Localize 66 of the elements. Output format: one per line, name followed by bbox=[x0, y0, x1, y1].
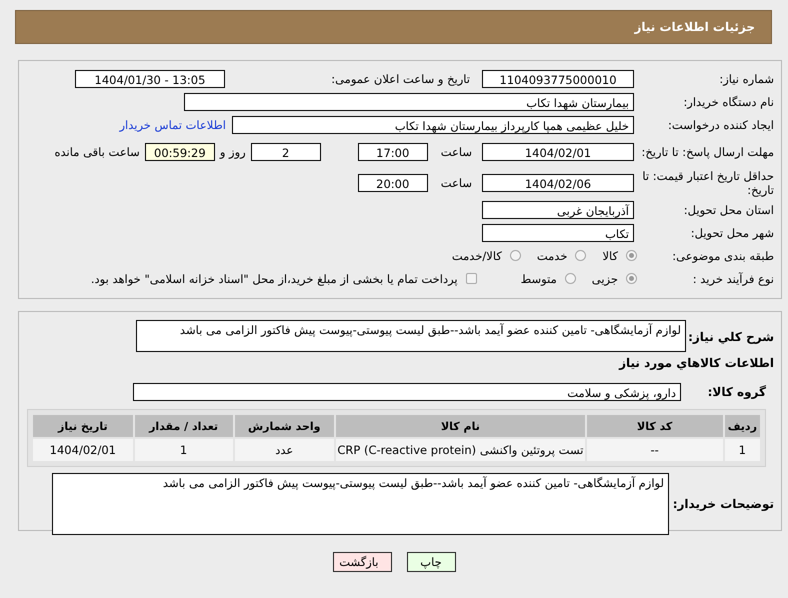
checkbox-label: پرداخت تمام یا بخشی از مبلغ خرید،از محل "اسناد خزانه اسلامی" خواهد بود. bbox=[90, 272, 458, 286]
buyer-field: بیمارستان شهدا تکاب bbox=[184, 92, 634, 110]
radio-label: خدمت bbox=[536, 248, 568, 262]
field-label: نوع فرآیند خرید : bbox=[692, 272, 774, 286]
need-number-field: 1104093775000010 bbox=[482, 70, 634, 88]
field-label: شماره نیاز: bbox=[718, 72, 774, 86]
radio-option[interactable]: کالا bbox=[602, 248, 637, 262]
table-cell: 1 bbox=[724, 439, 760, 461]
radio-button[interactable] bbox=[510, 250, 521, 261]
field-label: تاریخ و ساعت اعلان عمومی: bbox=[330, 72, 470, 86]
table-cell: -- bbox=[586, 439, 723, 461]
table-cell: تست پروتئین واکنشی (CRP (C-reactive protein bbox=[336, 439, 585, 461]
field-label: گروه کالا: bbox=[706, 384, 767, 398]
radio-option[interactable]: جزیی bbox=[592, 272, 637, 286]
validity-date-field: 1404/02/06 bbox=[482, 174, 634, 192]
days-field: 2 bbox=[250, 142, 321, 160]
goods-group-field: دارو، پزشکی و سلامت bbox=[133, 382, 681, 400]
radio-button[interactable] bbox=[575, 250, 586, 261]
deadline-time-field: 17:00 bbox=[358, 142, 428, 160]
column-header: ردیف bbox=[724, 415, 760, 437]
field-label: استان محل تحویل: bbox=[682, 202, 774, 216]
field-label: ایجاد کننده درخواست: bbox=[667, 118, 774, 132]
column-header: کد کالا bbox=[586, 415, 723, 437]
field-label: طبقه بندی موضوعی: bbox=[671, 248, 774, 262]
table-cell: عدد bbox=[234, 439, 334, 461]
radio-label: کالا/خدمت bbox=[452, 248, 502, 262]
radio-label: کالا bbox=[602, 248, 618, 262]
section-heading: اطلاعات كالاهاي مورد نياز bbox=[618, 356, 774, 372]
checkbox[interactable] bbox=[466, 273, 477, 284]
radio-label: جزیی bbox=[592, 272, 618, 286]
column-header: نام کالا bbox=[336, 415, 585, 437]
days-label: روز و bbox=[220, 144, 246, 158]
table-cell: 1404/02/01 bbox=[33, 439, 133, 461]
field-label: توضیحات خریدار: bbox=[672, 497, 774, 511]
announce-date-field: 1404/01/30 - 13:05 bbox=[75, 70, 225, 88]
field-label: شرح کلي نياز: bbox=[687, 329, 774, 344]
field-label: شهر محل تحویل: bbox=[690, 226, 774, 240]
creator-field: خلیل عظیمی همپا کارپرداز بیمارستان شهدا تکاب bbox=[232, 116, 634, 134]
radio-button[interactable] bbox=[564, 273, 576, 284]
province-field: آذربایجان غربی bbox=[482, 200, 634, 218]
remaining-label: ساعت باقی مانده bbox=[54, 144, 140, 158]
deadline-date-field: 1404/02/01 bbox=[482, 142, 634, 160]
city-field: تکاب bbox=[482, 224, 634, 242]
radio-option[interactable]: کالا/خدمت bbox=[452, 248, 521, 262]
contact-link[interactable]: اطلاعات تماس خریدار bbox=[119, 118, 226, 132]
column-header: تاریخ نیاز bbox=[33, 415, 133, 437]
back-button[interactable]: بازگشت bbox=[332, 552, 392, 572]
radio-option[interactable]: متوسط bbox=[520, 272, 576, 286]
time-label: ساعت bbox=[440, 144, 472, 158]
validity-time-field: 20:00 bbox=[358, 174, 428, 192]
radio-label: متوسط bbox=[520, 272, 557, 286]
print-button[interactable]: چاپ bbox=[406, 552, 456, 572]
remaining-time-field: 00:59:29 bbox=[144, 142, 215, 160]
buyer-notes-field: لوازم آزمایشگاهی- تامین کننده عضو آیمد باشد--طبق لیست پیوستی-پیوست پیش فاکتور الزامی می باشد bbox=[52, 473, 669, 535]
radio-button[interactable] bbox=[626, 250, 637, 261]
time-label: ساعت bbox=[440, 176, 472, 190]
field-label: مهلت ارسال پاسخ: تا تاریخ: bbox=[640, 144, 774, 158]
radio-option[interactable]: خدمت bbox=[536, 248, 586, 262]
field-label: حداقل تاریخ اعتبار قیمت: تا تاریخ: bbox=[641, 168, 774, 196]
radio-button[interactable] bbox=[626, 273, 637, 284]
field-label: نام دستگاه خریدار: bbox=[682, 94, 774, 108]
column-header: تعداد / مقدار bbox=[134, 415, 233, 437]
page-title: جزئیات اطلاعات نیاز bbox=[634, 20, 755, 34]
column-header: واحد شمارش bbox=[234, 415, 334, 437]
table-cell: 1 bbox=[134, 439, 233, 461]
description-field: لوازم آزمایشگاهی- تامین کننده عضو آیمد باشد--طبق لیست پیوستی-پیوست پیش فاکتور الزامی می باشد bbox=[136, 320, 686, 352]
